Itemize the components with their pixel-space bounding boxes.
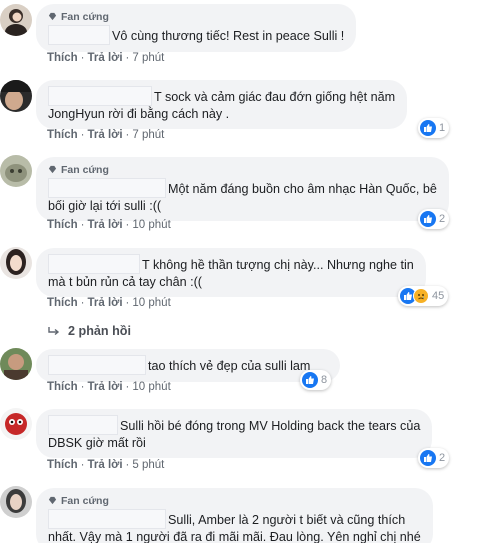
- comment-bubble: T không hề thần tượng chị này... Nhưng n…: [36, 248, 426, 297]
- like-icon: [420, 120, 436, 136]
- fan-badge-label: Fan cứng: [61, 163, 109, 176]
- reaction-count: 8: [321, 374, 328, 386]
- comment-actions: Thích · Trả lời · 10 phút: [47, 381, 171, 393]
- view-replies-link[interactable]: 2 phản hồi: [48, 324, 131, 338]
- like-button[interactable]: Thích: [47, 459, 78, 471]
- timestamp[interactable]: 10 phút: [132, 219, 170, 231]
- fan-badge: Fan cứng: [48, 494, 421, 507]
- like-icon: [420, 450, 436, 466]
- reply-button[interactable]: Trả lời: [88, 297, 123, 309]
- comment-bubble: Fan cứng Sulli, Amber là 2 người t biết …: [36, 488, 433, 543]
- timestamp[interactable]: 5 phút: [132, 459, 164, 471]
- comment-text-line2: bối giờ lại tới sulli :((: [48, 199, 162, 213]
- timestamp[interactable]: 10 phút: [132, 297, 170, 309]
- avatar[interactable]: [0, 408, 32, 440]
- commenter-name[interactable]: [48, 509, 166, 529]
- reaction-summary[interactable]: 8: [300, 370, 332, 390]
- comment-text-line1: T không hề thần tượng chị này... Nhưng n…: [142, 258, 414, 272]
- timestamp[interactable]: 10 phút: [132, 381, 170, 393]
- comment-text: tao thích vẻ đẹp của sulli lam: [148, 359, 311, 373]
- reaction-summary[interactable]: 1: [418, 118, 450, 138]
- reaction-summary[interactable]: 2: [418, 448, 450, 468]
- avatar[interactable]: [0, 80, 32, 112]
- comment-actions: Thích · Trả lời · 7 phút: [47, 129, 165, 141]
- commenter-name[interactable]: [48, 254, 140, 274]
- comment-bubble: Sulli hồi bé đóng trong MV Holding back …: [36, 409, 433, 458]
- reaction-count: 45: [432, 290, 445, 302]
- commenter-name[interactable]: [48, 25, 110, 45]
- avatar[interactable]: [0, 247, 32, 279]
- avatar[interactable]: [0, 155, 32, 187]
- comment-actions: Thích · Trả lời · 10 phút: [47, 297, 171, 309]
- timestamp[interactable]: 7 phút: [132, 129, 164, 141]
- diamond-icon: [48, 496, 57, 505]
- comment-text-line2: DBSK giờ mất rồi: [48, 436, 146, 450]
- comment-actions: Thích · Trả lời · 7 phút: [47, 52, 165, 64]
- reply-button[interactable]: Trả lời: [88, 52, 123, 64]
- reply-button[interactable]: Trả lời: [88, 219, 123, 231]
- avatar[interactable]: [0, 348, 32, 380]
- comment-bubble: tao thích vẻ đẹp của sulli lam: [36, 349, 341, 382]
- reaction-count: 2: [439, 213, 446, 225]
- reaction-count: 2: [439, 452, 446, 464]
- like-icon: [420, 211, 436, 227]
- reply-button[interactable]: Trả lời: [88, 459, 123, 471]
- like-button[interactable]: Thích: [47, 52, 78, 64]
- comment-text-line1: Một năm đáng buồn cho âm nhạc Hàn Quốc, …: [168, 182, 437, 196]
- diamond-icon: [48, 12, 57, 21]
- comment-bubble: Fan cứng Một năm đáng buồn cho âm nhạc H…: [36, 157, 449, 221]
- commenter-name[interactable]: [48, 178, 166, 198]
- like-button[interactable]: Thích: [47, 129, 78, 141]
- fan-badge: Fan cứng: [48, 163, 437, 176]
- commenter-name[interactable]: [48, 355, 146, 375]
- fan-badge-label: Fan cứng: [61, 494, 109, 507]
- comment-text-line2: nhất. Vậy mà 1 người đã ra đi mãi mãi. Đ…: [48, 530, 421, 543]
- comment-text-line1: Sulli hồi bé đóng trong MV Holding back …: [120, 419, 421, 433]
- reply-button[interactable]: Trả lời: [88, 129, 123, 141]
- fan-badge: Fan cứng: [48, 10, 344, 23]
- like-button[interactable]: Thích: [47, 219, 78, 231]
- replies-count: 2 phản hồi: [68, 324, 131, 338]
- reaction-summary[interactable]: 45: [398, 286, 449, 306]
- sad-icon: [413, 288, 429, 304]
- comment-bubble: Fan cứng Vô cùng thương tiếc! Rest in pe…: [36, 4, 357, 52]
- reply-button[interactable]: Trả lời: [88, 381, 123, 393]
- like-icon: [302, 372, 318, 388]
- like-button[interactable]: Thích: [47, 381, 78, 393]
- diamond-icon: [48, 165, 57, 174]
- commenter-name[interactable]: [48, 86, 152, 106]
- reaction-summary[interactable]: 2: [418, 209, 450, 229]
- comment-text-line2: mà t bủn rủn cả tay chân :((: [48, 275, 202, 289]
- comment-text-line2: JongHyun rời đi bằng cách này .: [48, 107, 230, 121]
- comment-actions: Thích · Trả lời · 5 phút: [47, 459, 165, 471]
- comment-text-line1: Sulli, Amber là 2 người t biết và cũng t…: [168, 513, 406, 527]
- comment-bubble: T sock và cảm giác đau đớn giống hệt năm…: [36, 80, 408, 129]
- comment-actions: Thích · Trả lời · 10 phút: [47, 219, 171, 231]
- avatar[interactable]: [0, 486, 32, 518]
- commenter-name[interactable]: [48, 415, 118, 435]
- comment-text-line1: T sock và cảm giác đau đớn giống hệt năm: [154, 90, 396, 104]
- comment-text: Vô cùng thương tiếc! Rest in peace Sulli…: [112, 29, 345, 43]
- avatar[interactable]: [0, 4, 32, 36]
- like-button[interactable]: Thích: [47, 297, 78, 309]
- fan-badge-label: Fan cứng: [61, 10, 109, 23]
- reaction-count: 1: [439, 122, 446, 134]
- timestamp[interactable]: 7 phút: [132, 52, 164, 64]
- reply-arrow-icon: [48, 327, 60, 336]
